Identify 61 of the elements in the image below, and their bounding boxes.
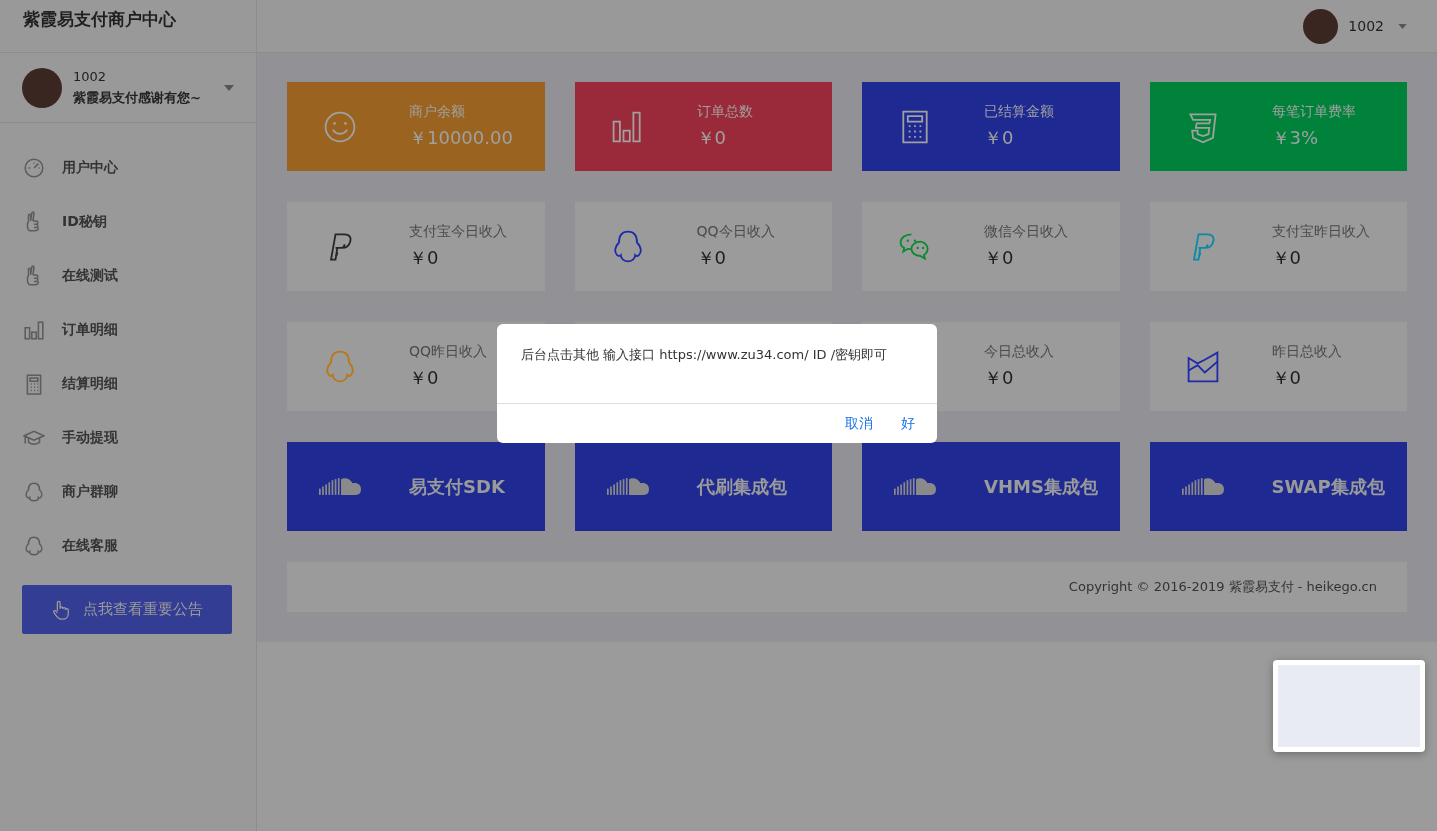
card-title: QQ昨日收入: [409, 343, 488, 361]
penguin-icon: [23, 481, 45, 503]
dialog-button[interactable]: 好: [897, 410, 919, 437]
nav-item[interactable]: 手动提现: [0, 411, 256, 465]
nav-item[interactable]: 在线测试: [0, 249, 256, 303]
nav-item[interactable]: 用户中心: [0, 141, 256, 195]
card-value: ￥0: [1271, 366, 1302, 390]
download-label: 易支付SDK: [409, 474, 505, 499]
gauge-icon: [23, 157, 45, 179]
nav-item[interactable]: 订单明细: [0, 303, 256, 357]
card-value: ￥10000.00: [409, 126, 513, 150]
card-title: 微信今日收入: [984, 223, 1068, 241]
cloud-icon: [1181, 476, 1224, 497]
card-value: ￥0: [696, 246, 727, 270]
card-title: 支付宝今日收入: [409, 223, 507, 241]
cloud-icon: [606, 476, 649, 497]
nav-item[interactable]: 结算明细: [0, 357, 256, 411]
card-title: 商户余额: [409, 103, 466, 121]
avatar-image: [22, 67, 62, 108]
brand-title: 紫霞易支付商户中心: [0, 0, 256, 53]
download-card[interactable]: SWAP集成包: [1149, 442, 1407, 531]
caret-icon[interactable]: [1398, 23, 1407, 29]
card-title: QQ今日收入: [696, 223, 775, 241]
card-value: ￥0: [409, 246, 440, 270]
card-title: 今日总收入: [984, 343, 1054, 361]
nav-item[interactable]: ID秘钥: [0, 195, 256, 249]
user-name[interactable]: 1002: [1348, 18, 1384, 34]
bar-chart-icon: [23, 319, 45, 341]
download-card[interactable]: VHMS集成包: [862, 442, 1120, 531]
caret-icon[interactable]: [224, 84, 234, 91]
download-card[interactable]: 易支付SDK: [287, 442, 545, 531]
copyright-text: Copyright © 2016-2019 紫霞易支付 - heikego.cn: [1068, 578, 1377, 596]
notice-button[interactable]: 点我查看重要公告: [22, 585, 232, 634]
user-name: 1002: [73, 68, 108, 84]
card-value: ￥0: [696, 126, 727, 150]
card-title: 支付宝昨日收入: [1271, 223, 1370, 241]
screenshot-thumbnail[interactable]: [1273, 660, 1425, 752]
cloud-icon: [894, 476, 936, 497]
card-value: ￥0: [409, 366, 440, 390]
nav-item[interactable]: 在线客服: [0, 519, 256, 573]
avatar-image: [1303, 8, 1339, 44]
cloud-icon: [319, 476, 361, 497]
download-card[interactable]: 代刷集成包: [574, 442, 832, 531]
card-value: ￥0: [984, 366, 1015, 390]
nav-item[interactable]: 商户群聊: [0, 465, 256, 519]
download-label: SWAP集成包: [1271, 474, 1385, 499]
dialog-button[interactable]: 取消: [841, 410, 877, 437]
card-value: ￥0: [984, 126, 1015, 150]
card-title: 已结算金额: [984, 103, 1054, 121]
card-title: 订单总数: [696, 103, 753, 121]
download-label: 代刷集成包: [696, 474, 787, 499]
card-title: 昨日总收入: [1271, 343, 1342, 361]
download-label: VHMS集成包: [984, 474, 1098, 499]
dialog-message: 后台点击其他 输入接口 https://www.zu34.com/ ID /密钥即可: [497, 324, 937, 404]
card-value: ￥3%: [1271, 126, 1320, 150]
card-value: ￥0: [984, 246, 1015, 270]
penguin-icon: [23, 535, 45, 557]
user-greeting: 紫霞易支付感谢有您~: [73, 88, 202, 107]
card-title: 每笔订单费率: [1271, 103, 1356, 121]
card-value: ￥0: [1271, 246, 1302, 270]
pointing-hand-icon: [51, 598, 71, 621]
